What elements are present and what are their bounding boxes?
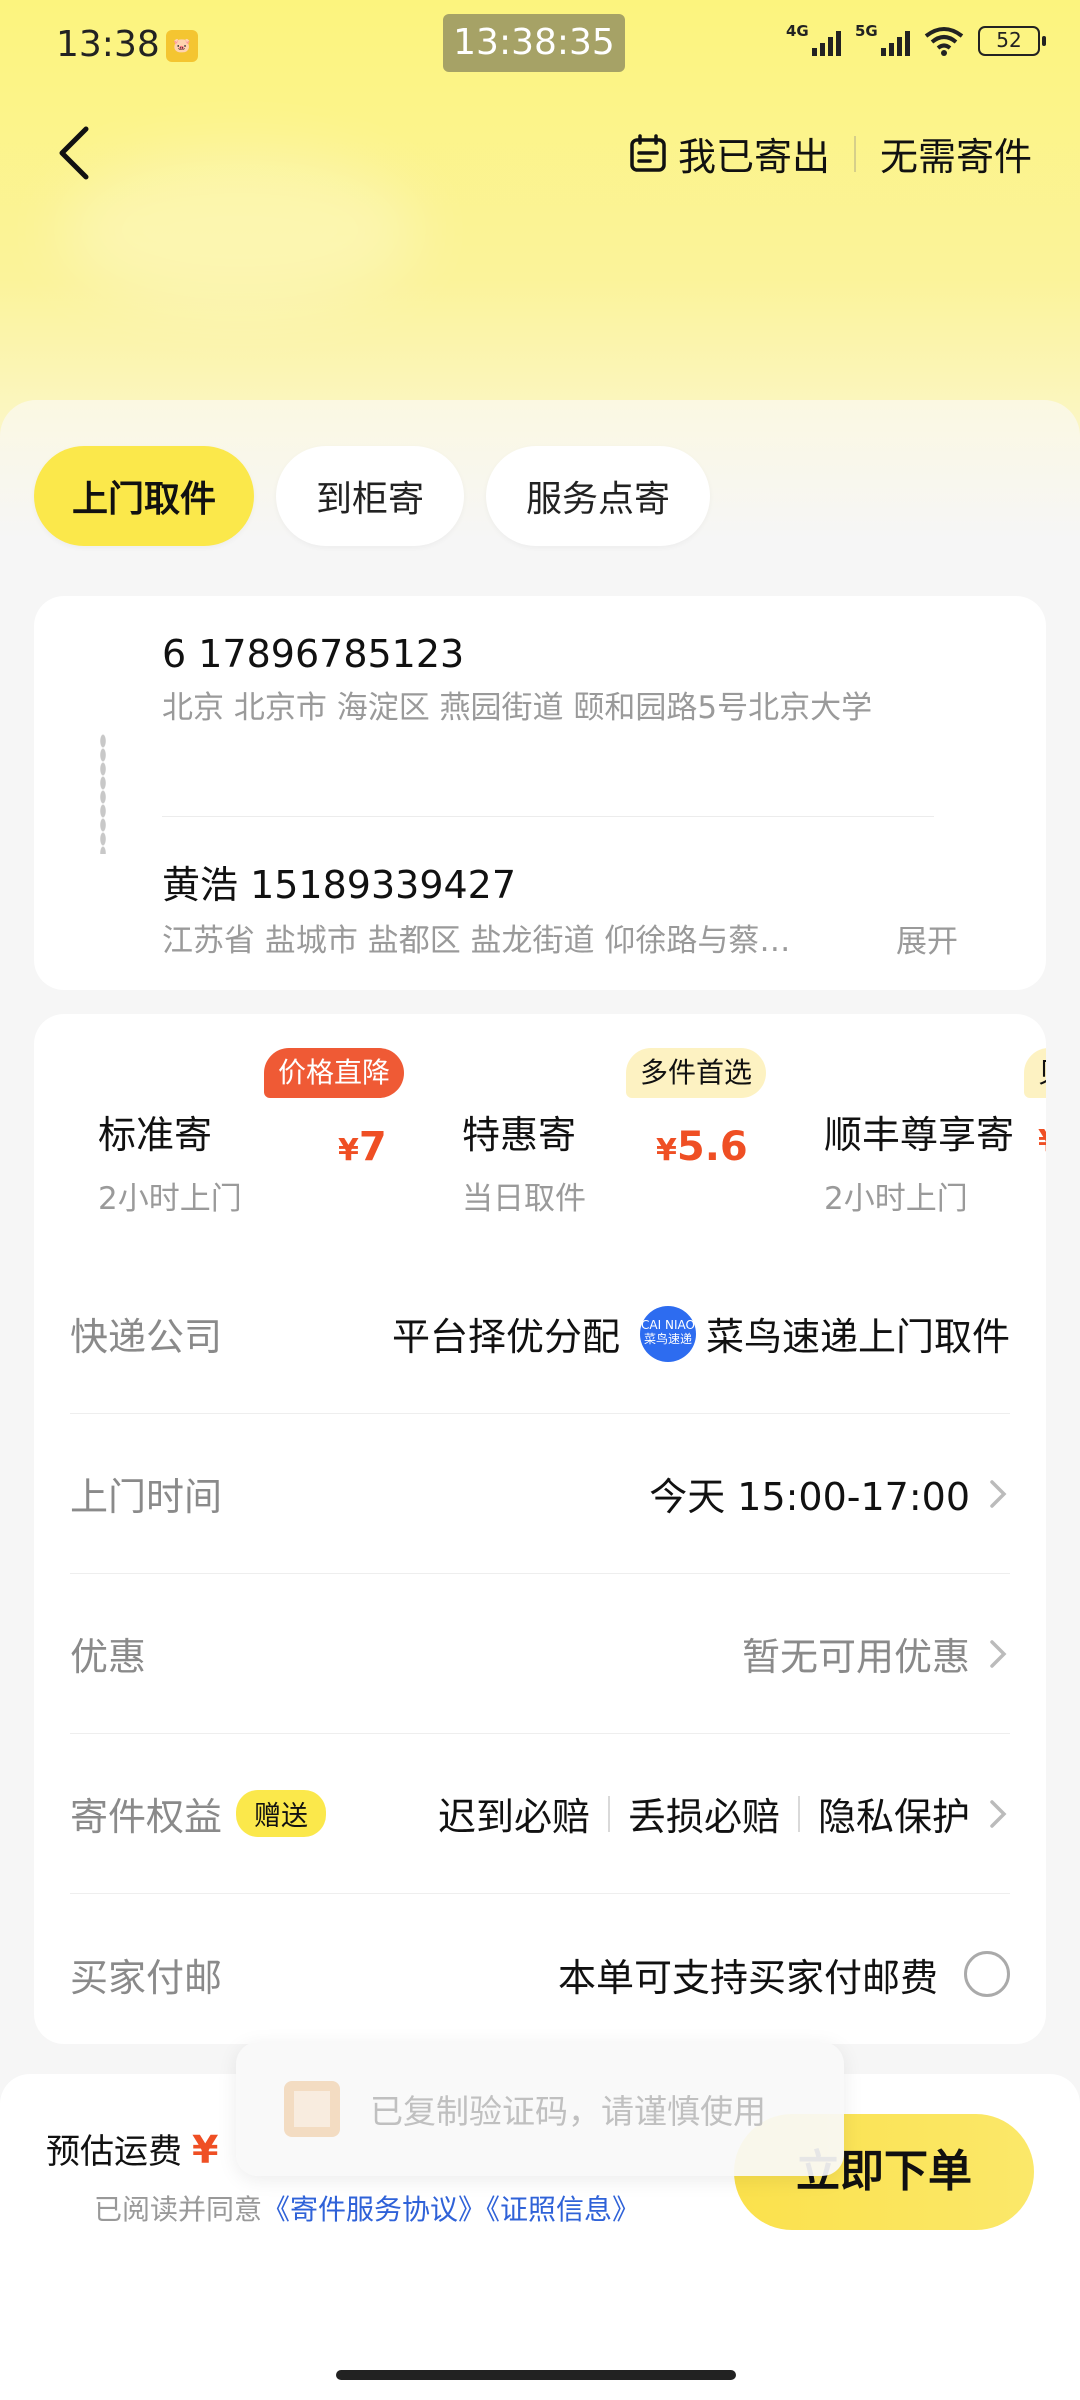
benefit-divider xyxy=(607,1795,610,1832)
sent-button[interactable]: 我已寄出 xyxy=(628,126,830,181)
pickup-time-text: 今天 15:00-17:00 xyxy=(649,1475,970,1519)
service-card: 价格直降 标准寄 2小时上门 ¥7 多件首选 特惠寄 当日取件 ¥5.6 贝 顺… xyxy=(34,1014,1046,2044)
option-discount[interactable]: 特惠寄 当日取件 xyxy=(462,1104,586,1218)
option-title: 顺丰尊享寄 xyxy=(824,1113,1015,1157)
courier-row[interactable]: 快递公司 平台择优分配 CAI NIAO 菜鸟速递 菜鸟速递上门取件 xyxy=(70,1254,1010,1414)
back-button[interactable] xyxy=(44,118,104,188)
sender-name-phone: 6 17896785123 xyxy=(162,632,465,676)
benefit-divider xyxy=(797,1795,800,1832)
courier-label: 快递公司 xyxy=(70,1315,223,1359)
discount-text: 暂无可用优惠 xyxy=(741,1635,970,1679)
clipboard-icon xyxy=(284,2081,340,2137)
chevron-right-icon xyxy=(990,1639,1007,1668)
cainiao-logo-icon: CAI NIAO 菜鸟速递 xyxy=(639,1305,696,1362)
benefit-item: 丢损必赔 xyxy=(627,1795,780,1839)
buyer-pay-row: 买家付邮 本单可支持买家付邮费 xyxy=(70,1894,1010,2044)
buyer-pay-radio[interactable] xyxy=(964,1951,1010,1997)
network-label: 5G xyxy=(855,22,878,40)
currency-symbol: ¥ xyxy=(1038,1124,1046,1159)
option-badge: 贝 xyxy=(1024,1048,1046,1098)
buyer-pay-text: 本单可支持买家付邮费 xyxy=(557,1955,938,2000)
signal-icon: 5G xyxy=(855,22,910,56)
receiver-address[interactable]: 黄浩 15189339427 江苏省 盐城市 盐都区 盐龙街道 仰徐路与蔡… xyxy=(162,854,862,963)
courier-value: 平台择优分配 CAI NIAO 菜鸟速递 菜鸟速递上门取件 xyxy=(391,1305,1010,1362)
pickup-time-label: 上门时间 xyxy=(70,1475,223,1519)
estimate-currency: ¥ xyxy=(192,2128,219,2172)
option-premium[interactable]: 顺丰尊享寄 2小时上门 xyxy=(824,1104,1014,1218)
pickup-time-value: 今天 15:00-17:00 xyxy=(649,1466,1010,1521)
header-actions: 我已寄出 无需寄件 xyxy=(628,126,1032,181)
estimate-fee: 预估运费 ¥ xyxy=(46,2124,218,2173)
header-divider xyxy=(853,135,856,172)
option-title: 标准寄 xyxy=(98,1113,213,1157)
service-agreement-link[interactable]: 《寄件服务协议》 xyxy=(262,2193,486,2226)
price-value: 7 xyxy=(358,1124,387,1170)
option-standard[interactable]: 标准寄 2小时上门 xyxy=(98,1104,242,1218)
decorative-blob xyxy=(60,150,420,310)
currency-symbol: ¥ xyxy=(656,1133,677,1168)
tab-pickup[interactable]: 上门取件 xyxy=(34,446,255,546)
option-badge: 价格直降 xyxy=(264,1048,405,1098)
sender-address-detail: 北京 北京市 海淀区 燕园街道 颐和园路5号北京大学 xyxy=(162,690,873,726)
option-subtitle: 2小时上门 xyxy=(824,1181,968,1217)
buyer-pay-label: 买家付邮 xyxy=(70,1955,223,2000)
wifi-icon xyxy=(924,27,964,56)
buyer-pay-value: 本单可支持买家付邮费 xyxy=(558,1947,1010,2002)
option-title: 特惠寄 xyxy=(462,1113,577,1157)
license-info-link[interactable]: 《证照信息》 xyxy=(486,2193,640,2226)
address-connector xyxy=(100,734,106,854)
benefits-label-text: 寄件权益 xyxy=(70,1795,223,1839)
courier-service: 菜鸟速递上门取件 xyxy=(705,1315,1010,1359)
receipt-icon xyxy=(630,133,666,172)
pickup-time-row[interactable]: 上门时间 今天 15:00-17:00 xyxy=(70,1414,1010,1574)
sender-address[interactable]: 6 17896785123 北京 北京市 海淀区 燕园街道 颐和园路5号北京大学 xyxy=(162,632,952,730)
benefits-row[interactable]: 寄件权益 赠送 迟到必赔 丢损必赔 隐私保护 xyxy=(70,1734,1010,1894)
option-price: ¥ xyxy=(1038,1124,1046,1159)
benefits-label: 寄件权益 赠送 xyxy=(70,1786,327,1841)
discount-label: 优惠 xyxy=(70,1635,147,1679)
home-indicator[interactable] xyxy=(336,2370,736,2380)
estimate-label: 预估运费 xyxy=(46,2132,182,2172)
courier-allocation: 平台择优分配 xyxy=(391,1315,620,1359)
gift-badge: 赠送 xyxy=(236,1790,327,1837)
option-price: ¥7 xyxy=(338,1124,387,1170)
clock-overlay: 13:38:35 xyxy=(443,14,625,72)
option-badge: 多件首选 xyxy=(626,1048,767,1098)
agreement-text: 已阅读并同意《寄件服务协议》《证照信息》 xyxy=(94,2188,640,2228)
status-bar: 13:38 🐷 13:38:35 4G 5G 52 xyxy=(0,0,1080,88)
discount-row[interactable]: 优惠 暂无可用优惠 xyxy=(70,1574,1010,1734)
toast-text: 已复制验证码，请谨慎使用 xyxy=(370,2092,766,2131)
expand-button[interactable]: 展开 xyxy=(896,916,958,961)
receiver-name-phone: 黄浩 15189339427 xyxy=(162,863,517,907)
service-options: 价格直降 标准寄 2小时上门 ¥7 多件首选 特惠寄 当日取件 ¥5.6 贝 顺… xyxy=(34,1014,1046,1234)
receiver-address-detail: 江苏省 盐城市 盐都区 盐龙街道 仰徐路与蔡… xyxy=(162,923,791,959)
signal-icon: 4G xyxy=(786,22,841,56)
option-price: ¥5.6 xyxy=(656,1124,748,1170)
mode-tabs: 上门取件 到柜寄 服务点寄 xyxy=(34,446,711,546)
option-subtitle: 当日取件 xyxy=(462,1181,586,1217)
chevron-right-icon xyxy=(990,1799,1007,1828)
currency-symbol: ¥ xyxy=(338,1133,359,1168)
app-notification-icon: 🐷 xyxy=(166,30,198,62)
discount-value: 暂无可用优惠 xyxy=(742,1626,1010,1681)
battery-icon: 52 xyxy=(978,26,1046,56)
price-value: 5.6 xyxy=(676,1124,748,1170)
network-label: 4G xyxy=(786,22,809,40)
address-card: 6 17896785123 北京 北京市 海淀区 燕园街道 颐和园路5号北京大学… xyxy=(34,596,1046,990)
benefits-value: 迟到必赔 丢损必赔 隐私保护 xyxy=(438,1786,1010,1841)
status-icons: 4G 5G 52 xyxy=(786,22,1046,56)
status-time: 13:38 xyxy=(56,24,160,65)
benefit-item: 隐私保护 xyxy=(817,1795,970,1839)
agree-prefix: 已阅读并同意 xyxy=(94,2193,263,2226)
tab-service-point[interactable]: 服务点寄 xyxy=(486,446,711,546)
option-subtitle: 2小时上门 xyxy=(98,1181,242,1217)
benefit-item: 迟到必赔 xyxy=(437,1795,590,1839)
sent-label: 我已寄出 xyxy=(677,135,830,179)
chevron-left-icon xyxy=(59,126,89,180)
copy-toast: 已复制验证码，请谨慎使用 xyxy=(236,2042,844,2176)
address-divider xyxy=(162,816,934,817)
chevron-right-icon xyxy=(990,1479,1007,1508)
tab-locker[interactable]: 到柜寄 xyxy=(276,446,465,546)
no-need-button[interactable]: 无需寄件 xyxy=(880,126,1032,181)
